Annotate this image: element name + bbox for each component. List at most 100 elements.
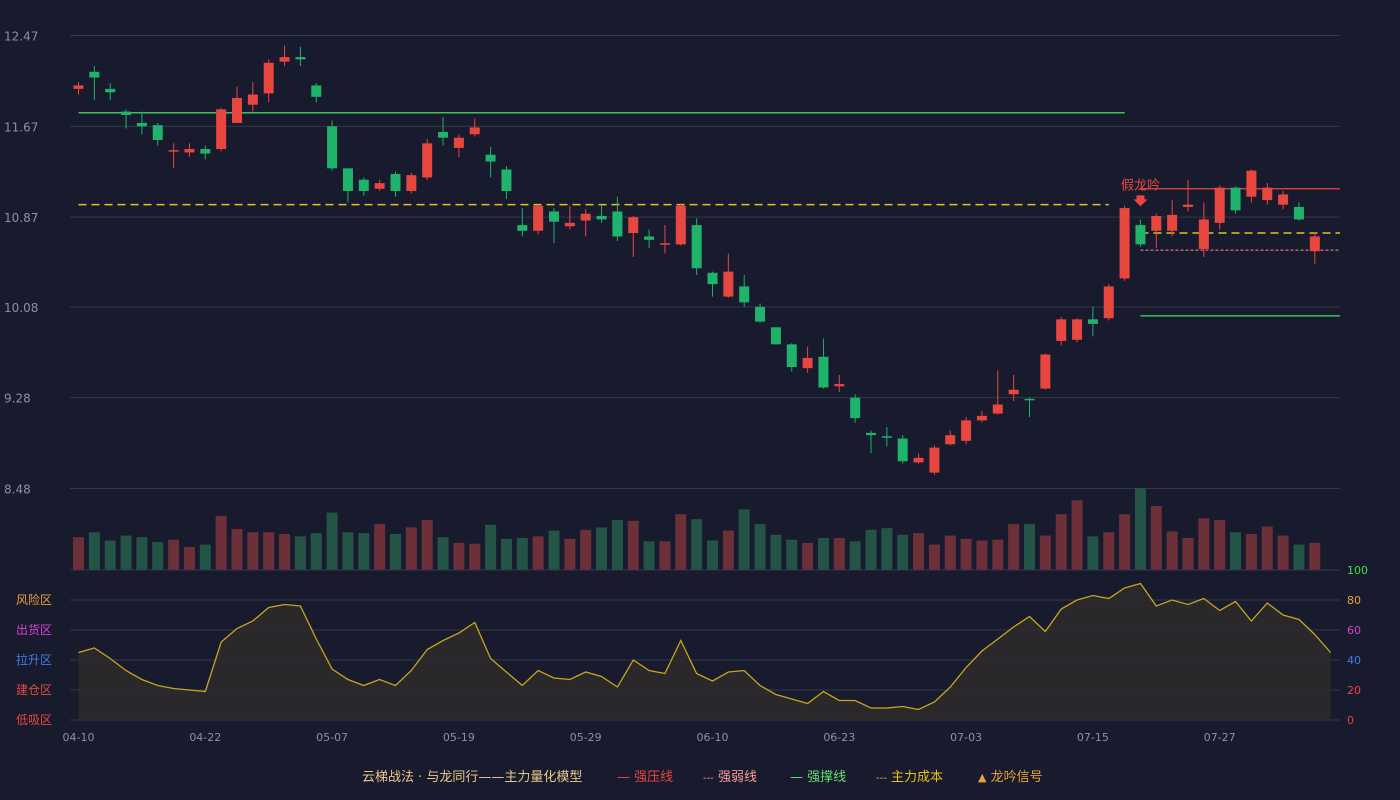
date-tick-label: 06-10 <box>697 731 729 744</box>
candle-body <box>1246 170 1257 197</box>
candle-body <box>422 143 433 178</box>
candle-body <box>501 169 512 192</box>
candle-body <box>73 85 84 89</box>
volume-bar <box>437 537 449 570</box>
legend-signal-label: 龙吟信号 <box>990 770 1043 785</box>
candle-body <box>755 306 766 322</box>
candle-body <box>1008 389 1019 395</box>
volume-bar <box>675 514 687 570</box>
candle-body <box>374 183 385 189</box>
volume-bar <box>294 536 306 570</box>
oscillator-panel: 100 80 60 40 20 0 风险区出货区拉升区建仓区低吸区 <box>16 564 1368 727</box>
candle-body <box>866 432 876 436</box>
volume-bar <box>1150 506 1162 570</box>
candle-body <box>881 436 892 438</box>
volume-bar <box>786 539 798 570</box>
volume-bar <box>1230 532 1242 570</box>
date-axis-labels: 04-10 04-22 05-07 05-19 05-29 06-10 06-23 07-03… <box>63 731 1236 744</box>
volume-bar <box>231 529 243 570</box>
legend-item-cost[interactable]: --- 主力成本 <box>876 766 943 785</box>
candle-body <box>121 111 132 115</box>
volume-bar <box>532 536 544 570</box>
candle-body <box>1056 319 1067 341</box>
candle-body <box>897 438 908 462</box>
candle-body <box>89 71 100 78</box>
volume-bar <box>1039 535 1051 570</box>
volume-bar <box>326 512 338 570</box>
volume-bar <box>1198 518 1210 570</box>
date-tick-label: 04-10 <box>63 731 95 744</box>
price-tick-label: 10.08 <box>4 301 38 315</box>
price-axis-labels: 12.47 11.67 10.87 10.08 9.28 8.48 <box>4 30 38 497</box>
volume-bar <box>469 543 481 570</box>
candle-body <box>327 126 338 169</box>
candle-body <box>723 271 734 297</box>
candle-body <box>1087 319 1098 324</box>
volume-bar <box>1119 514 1131 570</box>
volume-bar <box>405 527 417 570</box>
candle-body <box>644 236 655 240</box>
legend-weak-label: 强弱线 <box>717 770 757 785</box>
candle-body <box>739 286 750 303</box>
date-tick-label: 04-22 <box>189 731 221 744</box>
price-tick-label: 8.48 <box>4 483 31 497</box>
volume-bar <box>168 539 180 570</box>
candle-body <box>232 97 242 123</box>
candle-body <box>279 57 290 62</box>
volume-bar <box>707 540 718 570</box>
candle-body <box>105 88 116 93</box>
candle-body <box>913 457 924 463</box>
legend-item-support[interactable]: — 强撑线 <box>790 766 846 785</box>
legend-item-signal[interactable]: ▲ 龙吟信号 <box>978 766 1043 785</box>
volume-bar <box>913 533 925 570</box>
volume-bar <box>580 529 592 570</box>
volume-bar <box>516 538 528 570</box>
candle-body <box>1167 214 1178 231</box>
volume-bar <box>802 542 814 570</box>
legend-signal-symbol: ▲ <box>978 771 987 784</box>
oscillator-tick-label: 0 <box>1347 714 1354 727</box>
candle-body <box>945 435 956 445</box>
volume-bar <box>754 524 766 570</box>
volume-bar <box>976 540 988 570</box>
volume-bar <box>611 519 623 570</box>
candle-body <box>342 168 353 192</box>
legend-cost-symbol: --- <box>876 773 887 784</box>
legend-item-pressure[interactable]: — 强压线 <box>617 766 673 785</box>
candle-body <box>295 57 306 60</box>
candle-body <box>1040 354 1051 389</box>
date-tick-label: 07-03 <box>950 731 982 744</box>
candle-body <box>628 217 639 234</box>
volume-bar <box>1055 514 1067 570</box>
volume-bar <box>833 538 845 570</box>
candle-body <box>992 404 1003 414</box>
volume-bar <box>152 542 164 570</box>
candle-body <box>770 327 781 345</box>
volume-bar <box>849 541 861 570</box>
volume-bar <box>199 544 211 570</box>
candle-body <box>1183 204 1193 207</box>
volume-bar <box>136 537 148 570</box>
candle-body <box>1214 187 1225 223</box>
candle-body <box>1293 206 1304 220</box>
volume-bar <box>722 530 734 570</box>
volume-bar <box>1293 544 1305 570</box>
volume-bar <box>247 532 259 570</box>
signal-label: 假龙吟 <box>1121 177 1160 193</box>
volume-bar <box>1166 531 1178 570</box>
volume-bar <box>310 533 322 570</box>
legend-item-weak[interactable]: --- 强弱线 <box>703 766 757 785</box>
price-tick-label: 11.67 <box>4 120 38 134</box>
volume-bar <box>183 547 195 570</box>
oscillator-tick-label: 100 <box>1347 564 1368 577</box>
price-tick-label: 9.28 <box>4 392 31 406</box>
volume-bar <box>1214 519 1226 570</box>
volume-bar <box>1071 500 1083 570</box>
candle-body <box>1262 187 1273 201</box>
volume-bar <box>564 538 576 570</box>
volume-bar <box>944 535 956 570</box>
volume-bar <box>374 524 386 570</box>
legend-weak-symbol: --- <box>703 773 714 784</box>
candle-body <box>818 356 829 388</box>
candle-body <box>152 125 163 140</box>
